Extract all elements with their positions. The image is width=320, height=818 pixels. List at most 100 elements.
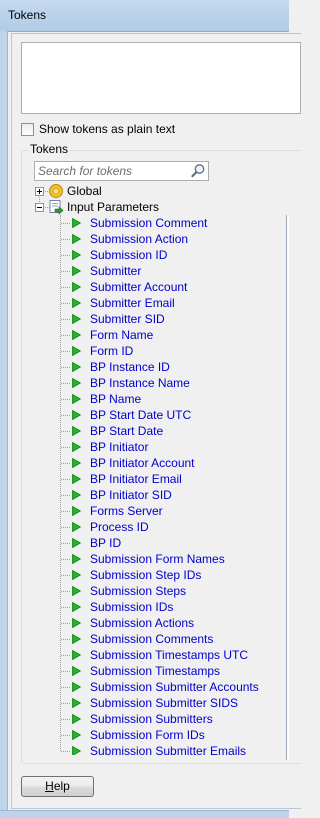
token-arrow-icon — [72, 250, 81, 260]
token-item[interactable]: BP Initiator Account — [72, 455, 195, 471]
token-item[interactable]: Submission Submitter Accounts — [72, 679, 259, 695]
tree-connector — [61, 751, 70, 752]
token-item[interactable]: Submission Step IDs — [72, 567, 201, 583]
token-item[interactable]: Submitter — [72, 263, 141, 279]
token-item[interactable]: Forms Server — [72, 503, 163, 519]
token-item[interactable]: Submission Comment — [72, 215, 207, 231]
token-item-label: Submitter Email — [90, 296, 175, 310]
token-arrow-icon — [72, 394, 81, 404]
token-arrow-icon — [72, 330, 81, 340]
token-item-label: BP Start Date — [90, 424, 164, 438]
tree-connector — [61, 223, 70, 224]
tree-connector — [61, 287, 70, 288]
token-item[interactable]: Submission Form IDs — [72, 727, 205, 743]
tree-connector — [61, 447, 70, 448]
collapse-icon[interactable] — [35, 202, 44, 212]
window-frame-bottom — [0, 810, 289, 818]
token-item[interactable]: Submission Submitter Emails — [72, 743, 246, 755]
token-item[interactable]: Submission Comments — [72, 631, 213, 647]
token-item[interactable]: Form Name — [72, 327, 153, 343]
token-item[interactable]: BP ID — [72, 535, 121, 551]
token-item[interactable]: BP Instance Name — [72, 375, 190, 391]
tree-connector — [61, 671, 70, 672]
expand-icon[interactable] — [35, 186, 44, 196]
window-title: Tokens — [8, 8, 47, 22]
tree-connector — [61, 495, 70, 496]
token-item[interactable]: Submission IDs — [72, 599, 173, 615]
tree-connector — [61, 543, 70, 544]
token-search-box[interactable] — [34, 161, 209, 181]
token-arrow-icon — [72, 714, 81, 724]
token-item[interactable]: Submission Submitters — [72, 711, 213, 727]
token-arrow-icon — [72, 442, 81, 452]
tree-connector — [61, 623, 70, 624]
token-item-label: Submission Comment — [90, 216, 208, 230]
token-item[interactable]: BP Initiator — [72, 439, 148, 455]
help-mnemonic: H — [45, 779, 54, 793]
tree-connector — [61, 735, 70, 736]
help-button[interactable]: Help — [21, 776, 94, 797]
token-arrow-icon — [72, 618, 81, 628]
token-item[interactable]: BP Name — [72, 391, 141, 407]
token-item[interactable]: BP Start Date UTC — [72, 407, 191, 423]
token-item[interactable]: Submission Timestamps UTC — [72, 647, 248, 663]
token-arrow-icon — [72, 490, 81, 500]
token-item[interactable]: BP Start Date — [72, 423, 163, 439]
token-item-label: Submission Submitter Emails — [90, 744, 247, 755]
token-arrow-icon — [72, 506, 81, 516]
token-item[interactable]: Submission Action — [72, 231, 188, 247]
token-item[interactable]: Submitter SID — [72, 311, 165, 327]
token-arrow-icon — [72, 410, 81, 420]
token-item[interactable]: Submission Timestamps — [72, 663, 220, 679]
token-item-label: Forms Server — [90, 504, 163, 518]
tree-node-input-parameters[interactable]: Input Parameters — [35, 199, 159, 215]
token-item-label: Submission Step IDs — [90, 568, 202, 582]
token-item[interactable]: Submission Actions — [72, 615, 194, 631]
token-item[interactable]: BP Instance ID — [72, 359, 170, 375]
show-plain-text-option[interactable]: Show tokens as plain text — [21, 121, 175, 137]
token-item[interactable]: Form ID — [72, 343, 133, 359]
tree-connector — [61, 687, 70, 688]
token-arrow-icon — [72, 570, 81, 580]
tree-node-label: Input Parameters — [67, 200, 160, 214]
token-item[interactable]: BP Initiator Email — [72, 471, 182, 487]
token-item[interactable]: Submission Submitter SIDS — [72, 695, 238, 711]
token-item[interactable]: Submission Steps — [72, 583, 186, 599]
token-item[interactable]: Submitter Email — [72, 295, 175, 311]
token-item-label: BP Name — [90, 392, 142, 406]
token-item-label: Submission Form IDs — [90, 728, 205, 742]
search-icon[interactable] — [190, 163, 206, 179]
tree-connector — [61, 703, 70, 704]
tree-connector — [61, 399, 70, 400]
input-parameters-icon — [49, 200, 64, 215]
token-item[interactable]: Process ID — [72, 519, 149, 535]
token-search-input[interactable] — [38, 163, 188, 179]
tree-node-global[interactable]: Global — [35, 183, 102, 199]
tree-connector — [61, 575, 70, 576]
token-arrow-icon — [72, 554, 81, 564]
token-item-label: Submission Steps — [90, 584, 187, 598]
tree-connector — [61, 511, 70, 512]
show-plain-text-checkbox[interactable] — [21, 122, 34, 136]
token-text-area[interactable] — [21, 42, 301, 114]
token-arrow-icon — [72, 282, 81, 292]
token-arrow-icon — [72, 346, 81, 356]
token-arrow-icon — [72, 218, 81, 228]
token-item-label: Submitter — [90, 264, 142, 278]
token-item-label: BP Initiator SID — [90, 488, 172, 502]
token-arrow-icon — [72, 234, 81, 244]
token-arrow-icon — [72, 666, 81, 676]
token-tree[interactable]: Global Input Parameters Submission Comme… — [32, 183, 289, 755]
tree-connector — [61, 431, 70, 432]
token-item[interactable]: BP Initiator SID — [72, 487, 172, 503]
window-frame-left — [0, 31, 8, 818]
token-item[interactable]: Submission ID — [72, 247, 167, 263]
token-item-label: Submission Comments — [90, 632, 214, 646]
tree-connector — [61, 367, 70, 368]
token-item-label: Submission Actions — [90, 616, 195, 630]
token-item[interactable]: Submission Form Names — [72, 551, 225, 567]
token-item-label: BP Instance ID — [90, 360, 170, 374]
token-arrow-icon — [72, 298, 81, 308]
tree-connector — [61, 463, 70, 464]
token-item[interactable]: Submitter Account — [72, 279, 187, 295]
